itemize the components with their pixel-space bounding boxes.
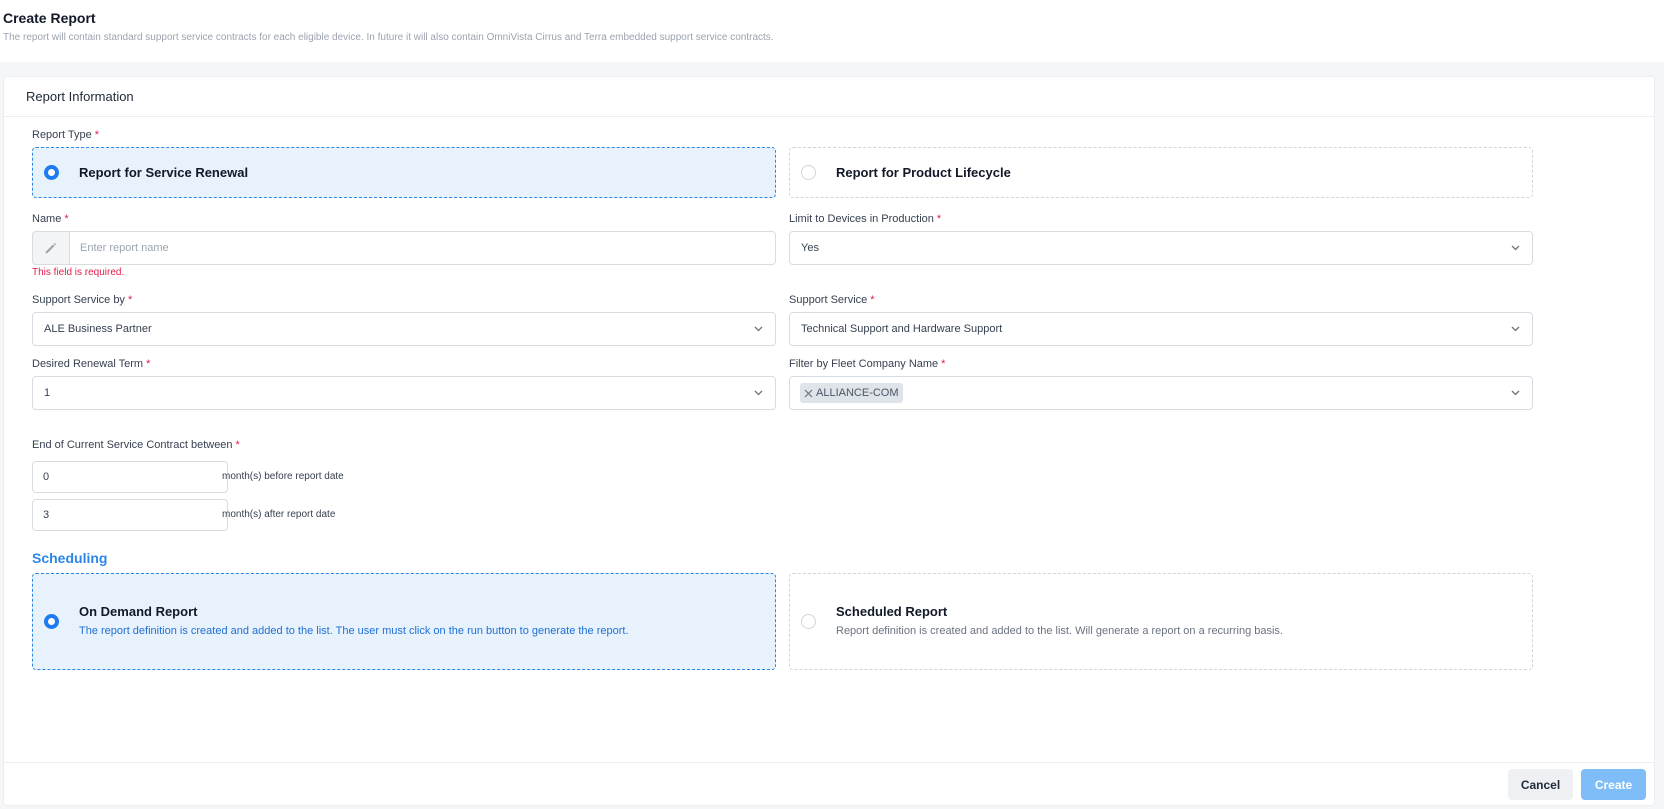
limit-devices-select[interactable]: Yes xyxy=(789,231,1533,265)
page-subtitle: The report will contain standard support… xyxy=(3,32,774,43)
chevron-down-icon xyxy=(754,390,763,396)
radio-unselected-icon[interactable] xyxy=(801,165,816,180)
name-addon xyxy=(33,232,70,264)
page-title: Create Report xyxy=(3,10,96,26)
renewal-term-value: 1 xyxy=(44,387,51,399)
report-type-service-renewal-title: Report for Service Renewal xyxy=(79,165,249,180)
report-type-product-lifecycle-title: Report for Product Lifecycle xyxy=(836,165,1011,180)
scheduled-report-description: Report definition is created and added t… xyxy=(836,625,1283,637)
scheduling-title: Scheduling xyxy=(32,550,108,566)
fleet-company-select[interactable]: ALLIANCE-COM xyxy=(789,376,1533,410)
cancel-button[interactable]: Cancel xyxy=(1508,769,1573,800)
months-after-unit: month(s) after report date xyxy=(222,509,336,520)
fleet-company-label: Filter by Fleet Company Name * xyxy=(789,358,946,370)
card-footer: Cancel Create xyxy=(4,762,1654,806)
on-demand-report-description: The report definition is created and add… xyxy=(79,625,629,637)
pencil-icon xyxy=(45,242,57,254)
name-label: Name * xyxy=(32,213,69,225)
scheduled-report-option[interactable]: Scheduled Report Report definition is cr… xyxy=(789,573,1533,670)
contract-end-label: End of Current Service Contract between * xyxy=(32,439,240,451)
limit-devices-value: Yes xyxy=(801,242,819,254)
name-input[interactable] xyxy=(70,232,775,264)
create-button[interactable]: Create xyxy=(1581,769,1646,800)
fleet-company-tag-text: ALLIANCE-COM xyxy=(816,387,899,399)
on-demand-report-option[interactable]: On Demand Report The report definition i… xyxy=(32,573,776,670)
scheduled-report-title: Scheduled Report xyxy=(836,604,948,619)
radio-unselected-icon[interactable] xyxy=(801,614,816,629)
chevron-down-icon xyxy=(754,326,763,332)
fleet-company-tag: ALLIANCE-COM xyxy=(800,383,903,403)
chevron-down-icon xyxy=(1511,390,1520,396)
report-type-label: Report Type * xyxy=(32,129,100,141)
support-service-by-select[interactable]: ALE Business Partner xyxy=(32,312,776,346)
name-error-text: This field is required. xyxy=(32,267,125,278)
months-before-unit: month(s) before report date xyxy=(222,471,344,482)
radio-selected-icon[interactable] xyxy=(44,614,59,629)
months-after-input[interactable] xyxy=(32,499,228,531)
card-title: Report Information xyxy=(26,89,134,104)
on-demand-report-title: On Demand Report xyxy=(79,604,198,619)
support-service-by-value: ALE Business Partner xyxy=(44,323,152,335)
support-service-label: Support Service * xyxy=(789,294,875,306)
support-service-select[interactable]: Technical Support and Hardware Support xyxy=(789,312,1533,346)
radio-selected-icon[interactable] xyxy=(44,165,59,180)
limit-devices-label: Limit to Devices in Production * xyxy=(789,213,942,225)
support-service-by-label: Support Service by * xyxy=(32,294,133,306)
chevron-down-icon xyxy=(1511,245,1520,251)
months-before-input[interactable] xyxy=(32,461,228,493)
card-header: Report Information xyxy=(4,77,1654,117)
renewal-term-select[interactable]: 1 xyxy=(32,376,776,410)
remove-tag-icon[interactable] xyxy=(803,388,814,399)
report-type-service-renewal-option[interactable]: Report for Service Renewal xyxy=(32,147,776,198)
support-service-value: Technical Support and Hardware Support xyxy=(801,323,1003,335)
report-type-product-lifecycle-option[interactable]: Report for Product Lifecycle xyxy=(789,147,1533,198)
report-information-card: Report Information Report Type * Report f… xyxy=(3,76,1655,806)
page-header: Create Report The report will contain st… xyxy=(0,0,1664,62)
chevron-down-icon xyxy=(1511,326,1520,332)
name-input-group xyxy=(32,231,776,265)
renewal-term-label: Desired Renewal Term * xyxy=(32,358,151,370)
